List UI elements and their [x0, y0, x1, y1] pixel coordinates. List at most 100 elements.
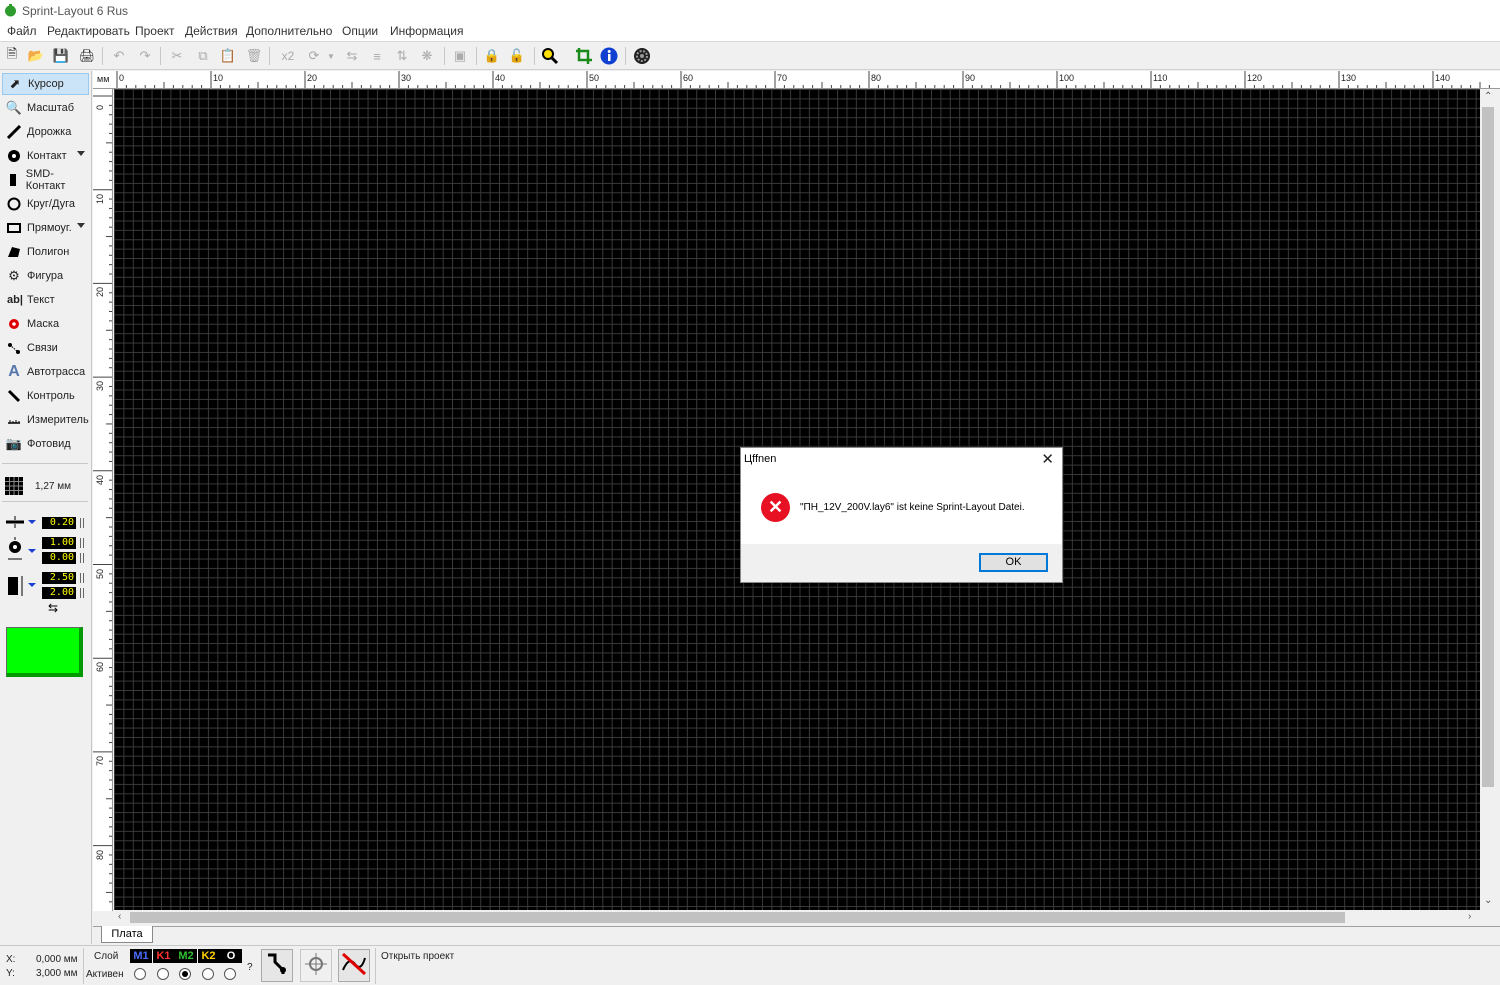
menu-project[interactable]: Проект	[135, 24, 175, 38]
board-color-swatch[interactable]	[6, 627, 83, 677]
chevron-down-icon[interactable]	[77, 223, 85, 228]
menu-actions[interactable]: Действия	[185, 24, 238, 38]
tool-measure[interactable]: Измеритель	[2, 409, 89, 431]
layer-o[interactable]: O	[220, 949, 242, 963]
layer-m2[interactable]: M2	[175, 949, 197, 963]
horizontal-scrollbar[interactable]: ‹ ›	[114, 910, 1480, 926]
tool-smd-pad[interactable]: SMD-Контакт	[2, 168, 89, 192]
magnifier-icon[interactable]	[541, 47, 559, 65]
mirror-vertical-icon[interactable]: ⇅	[393, 47, 411, 65]
chevron-down-icon[interactable]	[77, 151, 85, 156]
redo-icon[interactable]: ↷	[136, 47, 154, 65]
mirror-horizontal-icon[interactable]: ⇆	[343, 47, 361, 65]
tool-track[interactable]: Дорожка	[2, 121, 89, 143]
layer-k2[interactable]: K2	[197, 949, 220, 963]
tool-photoview[interactable]: 📷 Фотовид	[2, 433, 89, 455]
stepper-icon[interactable]	[80, 588, 84, 598]
undo-icon[interactable]: ↶	[110, 47, 128, 65]
layer-active-radio[interactable]	[156, 968, 169, 980]
tool-pad[interactable]: Контакт	[2, 145, 89, 167]
smd-size-icon[interactable]	[6, 573, 36, 602]
grid-setting[interactable]: 1,27 мм	[2, 475, 89, 497]
tool-polygon[interactable]: Полигон	[2, 241, 89, 263]
autoroute-icon: A	[8, 363, 20, 380]
stepper-icon[interactable]	[80, 553, 84, 563]
layer-active-radio[interactable]	[224, 968, 236, 980]
tool-mask[interactable]: Маска	[2, 313, 89, 335]
scroll-up-icon[interactable]: ⌃	[1484, 91, 1492, 102]
scroll-right-icon[interactable]: ›	[1468, 911, 1471, 922]
smd-width-input[interactable]: 2.50	[42, 572, 76, 584]
group-icon[interactable]: ▣	[451, 47, 469, 65]
menu-info[interactable]: Информация	[390, 24, 463, 38]
new-file-icon[interactable]: 🗎	[3, 46, 21, 65]
chevron-down-icon[interactable]: ▼	[326, 47, 336, 65]
lock-icon[interactable]: 🔒	[483, 47, 501, 65]
scroll-thumb[interactable]	[1482, 107, 1494, 787]
ok-button[interactable]: OK	[979, 553, 1048, 572]
crop-icon[interactable]	[575, 47, 593, 65]
vertical-scrollbar[interactable]: ⌃ ⌄	[1480, 89, 1497, 911]
title-bar: Sprint-Layout 6 Rus	[0, 0, 1500, 22]
scroll-down-icon[interactable]: ⌄	[1484, 895, 1492, 906]
tool-label: Контакт	[27, 150, 67, 162]
tool-control[interactable]: Контроль	[2, 385, 89, 407]
pad-inner-input[interactable]: 0.00	[42, 552, 76, 564]
cut-icon[interactable]: ✂	[168, 47, 186, 65]
track-width-input[interactable]: 0.20	[42, 517, 76, 529]
smd-height-input[interactable]: 2.00	[42, 587, 76, 599]
pad-outer-input[interactable]: 1.00	[42, 537, 76, 549]
tool-shape[interactable]: ⚙ Фигура	[2, 265, 89, 287]
copy-icon[interactable]: ⧉	[194, 47, 212, 65]
duplicate-x2-button[interactable]: x2	[277, 47, 299, 65]
layer-k1[interactable]: K1	[152, 949, 175, 963]
tool-connections[interactable]: Связи	[2, 337, 89, 359]
tool-zoom[interactable]: 🔍 Масштаб	[2, 97, 89, 119]
menu-options[interactable]: Опции	[342, 24, 378, 38]
swap-icon[interactable]: ⇆	[48, 601, 58, 615]
dialog-message: "ПН_12V_200V.lay6" ist keine Sprint-Layo…	[800, 502, 1025, 513]
align-icon[interactable]: ≡	[368, 47, 386, 65]
tool-rectangle[interactable]: Прямоуг.	[2, 217, 89, 239]
layer-active-radio[interactable]	[201, 968, 214, 980]
pad-icon	[5, 147, 23, 165]
tool-label: Масштаб	[27, 102, 75, 114]
pad-size-icon[interactable]	[6, 537, 36, 566]
menu-file[interactable]: Файл	[7, 24, 37, 38]
layer-active-radio[interactable]	[134, 968, 146, 980]
gear-icon[interactable]	[633, 47, 651, 65]
board-view-button[interactable]	[261, 949, 293, 982]
connections-toggle-button[interactable]	[338, 949, 370, 982]
layer-m1[interactable]: M1	[130, 949, 152, 963]
scroll-thumb[interactable]	[130, 912, 1345, 923]
save-icon[interactable]: 💾	[52, 47, 70, 65]
open-folder-icon[interactable]: 📂	[27, 47, 45, 65]
stepper-icon[interactable]	[80, 573, 84, 583]
ruler-label: 80	[95, 849, 105, 860]
tool-circle-arc[interactable]: Круг/Дуга	[2, 193, 89, 215]
tool-cursor[interactable]: ⬈ Курсор	[2, 73, 89, 95]
menu-edit[interactable]: Редактировать	[47, 24, 130, 38]
ruler-label: 60	[95, 662, 105, 673]
track-width-icon[interactable]	[6, 515, 36, 532]
info-icon[interactable]	[600, 47, 618, 65]
unlock-icon[interactable]: 🔓	[508, 47, 526, 65]
status-bar: X: 0,000 мм Y: 3,000 мм Слой Активен M1 K…	[0, 945, 1500, 985]
paste-icon[interactable]: 📋	[219, 47, 237, 65]
crosshair-button[interactable]	[300, 949, 332, 982]
tool-autoroute[interactable]: A Автотрасса	[2, 361, 89, 383]
scroll-left-icon[interactable]: ‹	[118, 911, 121, 922]
print-icon[interactable]: 🖨	[78, 47, 96, 65]
rotate-icon[interactable]: ⟳	[305, 47, 323, 65]
stepper-icon[interactable]	[80, 518, 84, 528]
delete-icon[interactable]: 🗑	[245, 47, 263, 65]
layer-active-radio[interactable]	[179, 968, 191, 980]
snap-icon[interactable]: ❋	[418, 47, 436, 65]
close-icon[interactable]: ✕	[1041, 450, 1054, 468]
tool-text[interactable]: ab| Текст	[2, 289, 89, 311]
tab-board[interactable]: Плата	[101, 926, 153, 943]
help-question[interactable]: ?	[247, 962, 253, 973]
menu-extras[interactable]: Дополнительно	[246, 24, 332, 38]
stepper-icon[interactable]	[80, 538, 84, 548]
zoom-icon: 🔍	[5, 100, 23, 115]
